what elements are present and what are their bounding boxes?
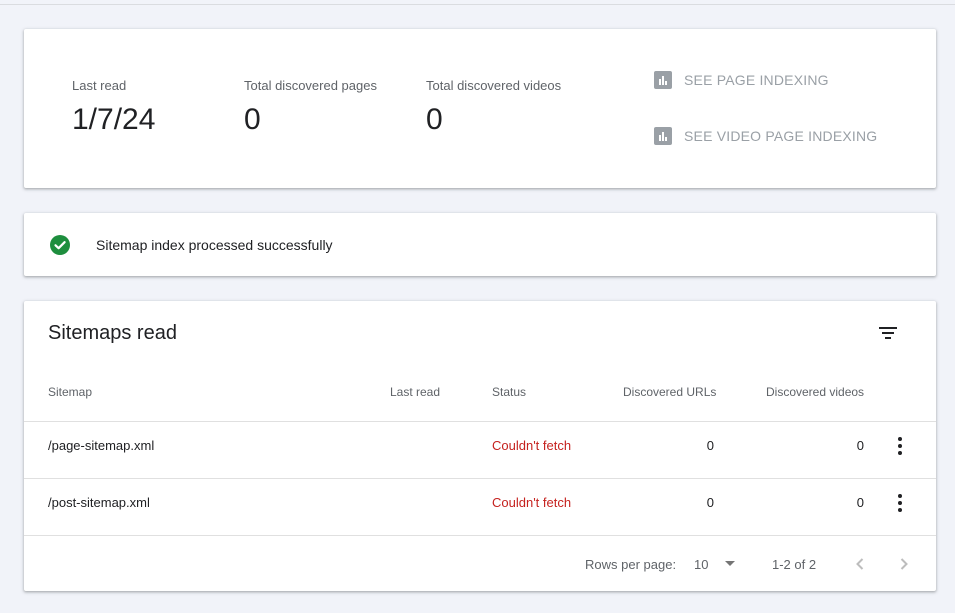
table-row[interactable]: /page-sitemap.xml Couldn't fetch 0 0: [24, 422, 936, 479]
sitemap-cell: /post-sitemap.xml: [48, 495, 150, 510]
dropdown-arrow-icon: [725, 561, 736, 566]
discovered-videos-value: 0: [426, 103, 443, 136]
summary-card: Last read 1/7/24 Total discovered pages …: [24, 29, 936, 188]
see-page-indexing-link[interactable]: SEE PAGE INDEXING: [654, 71, 829, 89]
chevron-left-icon: [856, 558, 864, 570]
sitemap-cell: /page-sitemap.xml: [48, 438, 155, 453]
discovered-pages-label: Total discovered pages: [244, 78, 377, 93]
chevron-right-icon: [900, 558, 908, 570]
column-header-discovered-urls[interactable]: Discovered URLs: [623, 385, 716, 399]
check-circle-icon: [50, 235, 70, 255]
last-read-value: 1/7/24: [72, 103, 156, 136]
pagination-range: 1-2 of 2: [772, 557, 817, 572]
bar-chart-icon: [654, 71, 672, 89]
filter-button[interactable]: [876, 321, 900, 345]
status-card: Sitemap index processed successfully: [24, 213, 936, 276]
bar-chart-icon: [654, 127, 672, 145]
next-page-button[interactable]: [892, 552, 916, 576]
discovered-pages-stat: Total discovered pages 0: [244, 78, 377, 137]
discovered-videos-cell: 0: [856, 438, 864, 453]
discovered-videos-label: Total discovered videos: [426, 78, 562, 93]
see-page-indexing-label: SEE PAGE INDEXING: [684, 72, 829, 88]
previous-page-button[interactable]: [848, 552, 872, 576]
discovered-urls-cell: 0: [706, 495, 714, 510]
see-video-page-indexing-label: SEE VIDEO PAGE INDEXING: [684, 128, 878, 144]
table-header: Sitemap Last read Status Discovered URLs…: [24, 381, 936, 422]
status-cell: Couldn't fetch: [492, 495, 572, 510]
rows-per-page-value: 10: [694, 556, 709, 572]
status-cell: Couldn't fetch: [492, 438, 572, 453]
row-more-button[interactable]: [892, 493, 908, 513]
rows-per-page-label: Rows per page:: [585, 557, 677, 572]
column-header-discovered-videos[interactable]: Discovered videos: [766, 385, 864, 399]
last-read-stat: Last read 1/7/24: [72, 78, 155, 137]
top-strip: [0, 0, 955, 5]
table-row[interactable]: /post-sitemap.xml Couldn't fetch 0 0: [24, 479, 936, 536]
discovered-urls-cell: 0: [706, 438, 714, 453]
see-video-page-indexing-link[interactable]: SEE VIDEO PAGE INDEXING: [654, 127, 877, 145]
column-header-sitemap[interactable]: Sitemap: [48, 385, 92, 399]
last-read-label: Last read: [72, 78, 127, 93]
table-footer: Rows per page: 10 1-2 of 2: [24, 536, 936, 591]
discovered-pages-value: 0: [244, 103, 261, 136]
table-title: Sitemaps read: [48, 322, 177, 344]
discovered-videos-cell: 0: [856, 495, 864, 510]
column-header-last-read[interactable]: Last read: [390, 385, 440, 399]
more-vert-icon: [898, 494, 902, 512]
column-header-status[interactable]: Status: [492, 385, 526, 399]
rows-per-page-select[interactable]: 10: [694, 551, 736, 577]
sitemaps-table-card: Sitemaps read Sitemap Last read Status D…: [24, 301, 936, 591]
row-more-button[interactable]: [892, 436, 908, 456]
discovered-videos-stat: Total discovered videos 0: [426, 78, 561, 137]
filter-icon: [879, 327, 897, 339]
more-vert-icon: [898, 437, 902, 455]
status-message: Sitemap index processed successfully: [96, 237, 333, 253]
